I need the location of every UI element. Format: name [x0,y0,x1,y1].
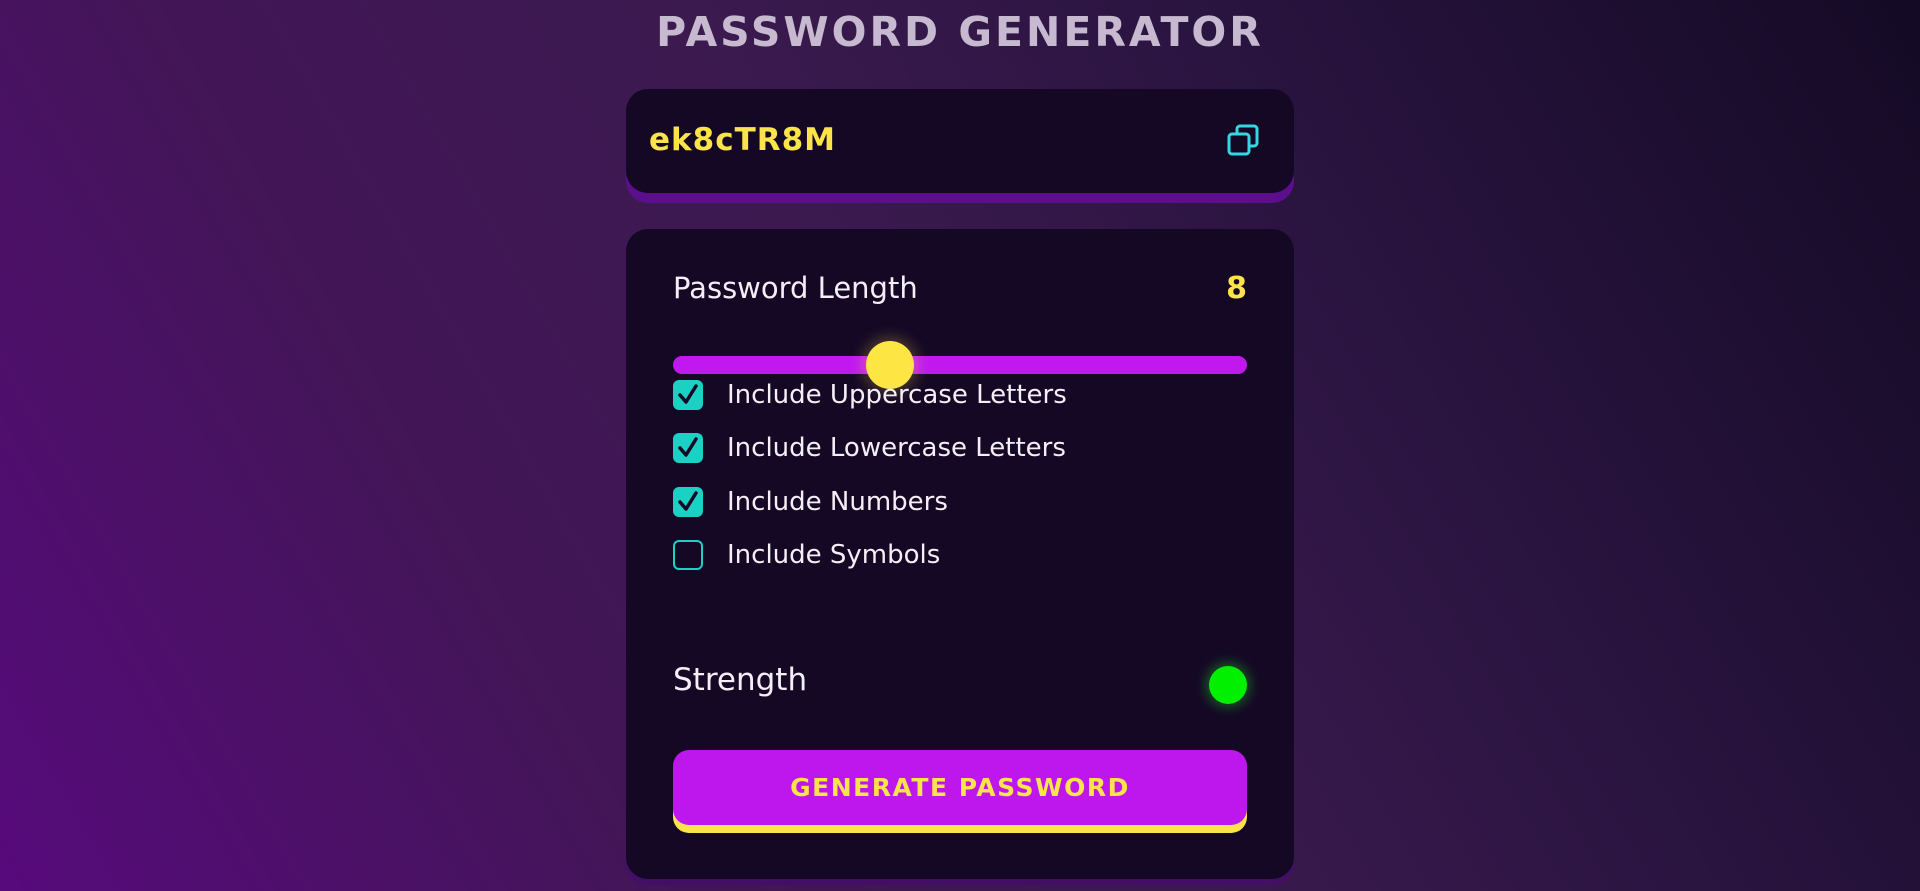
strength-indicator [1209,666,1247,704]
length-value: 8 [1226,271,1247,306]
option-lowercase[interactable]: Include Lowercase Letters [673,432,1066,464]
uppercase-checkbox[interactable] [673,380,703,410]
option-uppercase[interactable]: Include Uppercase Letters [673,379,1067,411]
lowercase-checkbox[interactable] [673,433,703,463]
numbers-label: Include Numbers [727,487,948,517]
symbols-checkbox[interactable] [673,540,703,570]
settings-panel: Password Length 8 Include Uppercase Lett… [626,229,1294,879]
length-slider[interactable] [673,341,1247,389]
checkmark-icon [678,491,698,511]
page-title: PASSWORD GENERATOR [656,8,1264,56]
copy-button[interactable] [1226,123,1260,157]
uppercase-label: Include Uppercase Letters [727,380,1067,410]
password-display: ek8cTR8M [626,89,1294,193]
checkmark-icon [678,437,698,457]
length-label: Password Length [673,271,918,305]
copy-icon [1227,124,1259,156]
generate-password-button[interactable]: GENERATE PASSWORD [673,750,1247,825]
symbols-label: Include Symbols [727,540,941,570]
lowercase-label: Include Lowercase Letters [727,433,1066,463]
generated-password: ek8cTR8M [649,122,837,158]
checkmark-icon [678,384,698,404]
option-symbols[interactable]: Include Symbols [673,539,940,571]
numbers-checkbox[interactable] [673,487,703,517]
strength-label: Strength [673,662,808,698]
option-numbers[interactable]: Include Numbers [673,486,948,518]
